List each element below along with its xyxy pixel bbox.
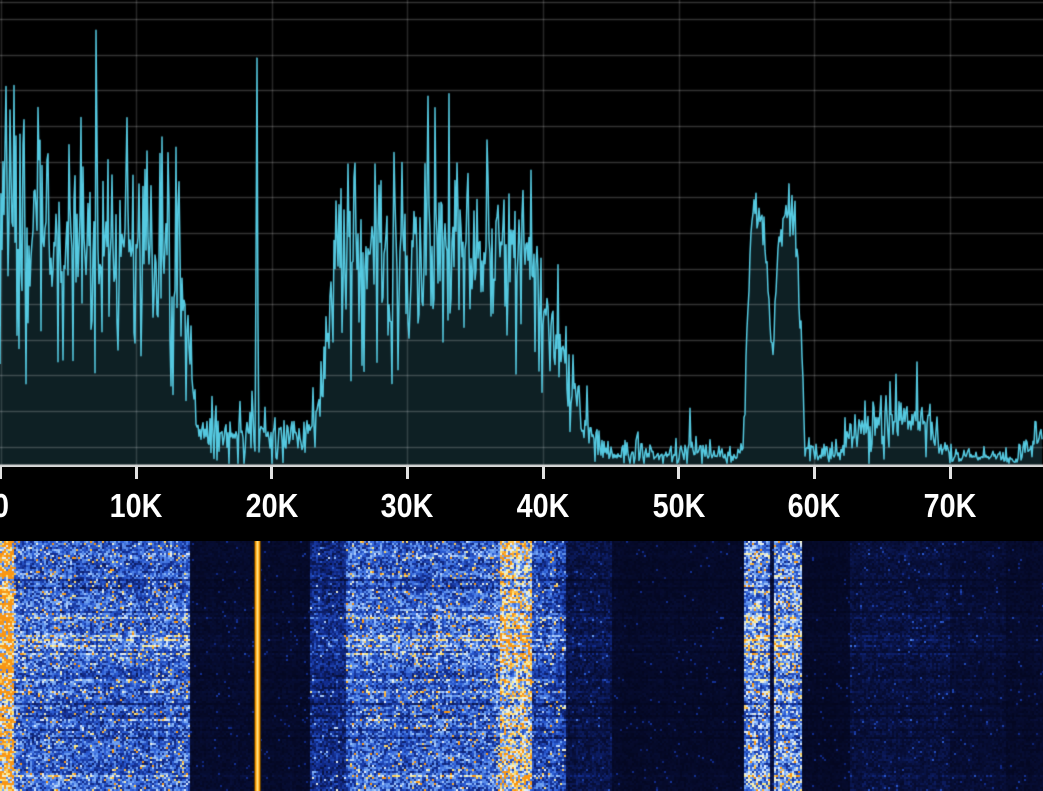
freq-tick-label: 0 bbox=[0, 487, 8, 525]
freq-tick-mark bbox=[949, 467, 952, 479]
sdr-display: 0 10K 20K 30K 40K 50K 60K 70K bbox=[0, 0, 1043, 791]
freq-tick-label: 20K bbox=[245, 487, 298, 525]
freq-tick-label: 60K bbox=[788, 487, 841, 525]
freq-tick-mark bbox=[406, 467, 409, 479]
freq-tick-mark bbox=[677, 467, 680, 479]
freq-tick-label: 50K bbox=[652, 487, 705, 525]
freq-tick-mark bbox=[542, 467, 545, 479]
freq-tick-mark bbox=[135, 467, 138, 479]
spectrum-plot[interactable] bbox=[0, 0, 1043, 467]
frequency-axis[interactable]: 0 10K 20K 30K 40K 50K 60K 70K bbox=[0, 467, 1043, 541]
freq-tick-label: 70K bbox=[924, 487, 977, 525]
freq-tick-label: 40K bbox=[517, 487, 570, 525]
freq-tick-label: 30K bbox=[381, 487, 434, 525]
waterfall-display[interactable] bbox=[0, 541, 1043, 791]
freq-tick-mark bbox=[0, 467, 2, 479]
freq-tick-mark bbox=[813, 467, 816, 479]
freq-tick-label: 10K bbox=[110, 487, 163, 525]
freq-tick-mark bbox=[270, 467, 273, 479]
